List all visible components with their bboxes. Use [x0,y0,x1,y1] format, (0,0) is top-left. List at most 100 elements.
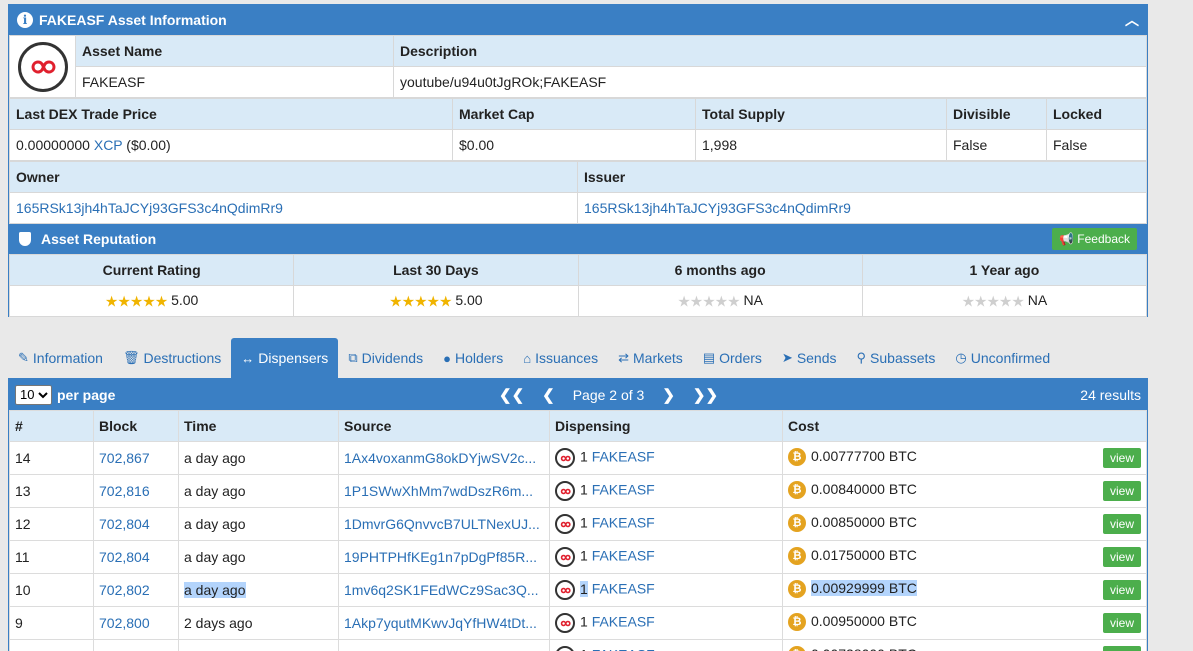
divisible-label: Divisible [946,98,1047,130]
tab-subassets[interactable]: ⚲ Subassets [847,338,946,378]
rep-30d-value: 5.00 [455,291,483,308]
view-button[interactable]: view [1102,646,1141,651]
rep-label-current: Current Rating [8,254,295,286]
block-link[interactable]: 702,816 [99,483,150,499]
cost-value: 0.00929999 BTC [811,580,917,596]
pager: ❮❮ ❮ Page 2 of 3 ❯ ❯❯ [499,386,718,404]
time-cell: 2 days ago [178,639,339,651]
source-link[interactable]: 1Ax4voxanmG8okDYjwSV2c... [344,450,536,466]
tab-label: Issuances [535,350,599,366]
tab-label: Holders [454,350,504,366]
view-button[interactable]: view [1102,448,1141,468]
table-row: 12 702,804 a day ago 1DmvrG6QnvvcB7ULTNexUJ… [9,507,1147,541]
block-link[interactable]: 702,804 [99,516,150,532]
block-link[interactable]: 702,800 [99,615,150,631]
locked-label: Locked [1046,98,1147,130]
column-header[interactable]: Block [93,410,179,442]
source-link[interactable]: 19PHTPHfKEg1n7pDgPf85R... [344,549,537,565]
tab-destructions[interactable]: 🗑 Destructions [113,338,231,378]
view-button[interactable]: view [1102,514,1141,534]
xcp-link[interactable]: XCP [94,137,123,153]
asset-link[interactable]: FAKEASF [592,647,655,651]
column-header[interactable]: Cost [782,410,1147,442]
column-header[interactable]: Source [338,410,550,442]
user-icon: ● [443,350,451,366]
block-link[interactable]: 702,867 [99,450,150,466]
asset-icon [555,646,575,651]
column-header[interactable]: Time [178,410,339,442]
dispense-qty: 1 [580,481,588,498]
block-cell: 702,800 [93,606,179,640]
first-page-icon[interactable]: ❮❮ [499,386,524,404]
tab-issuances[interactable]: ⌂ Issuances [513,338,608,378]
reputation-header: Asset Reputation 📢 Feedback [9,224,1147,254]
reputation-table: Current Rating Last 30 Days 6 months ago… [8,254,1148,317]
dispensing-cell: 1 FAKEASF [549,474,783,508]
source-link[interactable]: 1Akp7yqutMKwvJqYfHW4tDt... [344,615,537,631]
source-cell: 19PHTPHfKEg1n7pDgPf85R... [338,540,550,574]
cost-value: 0.00950000 BTC [811,613,917,629]
view-button[interactable]: view [1102,580,1141,600]
description-label: Description [393,35,1147,67]
dispensing-cell: 1 FAKEASF [549,606,783,640]
tab-holders[interactable]: ● Holders [433,338,513,378]
asset-link[interactable]: FAKEASF [592,614,655,630]
asset-icon [555,481,575,501]
tab-sends[interactable]: ➤ Sends [772,338,847,378]
tab-information[interactable]: ✎ Information [8,338,113,378]
dispensers-table: # Block Time Source Dispensing Cost 14 702,867 a… [9,410,1147,651]
cost-value: 0.00777700 BTC [811,448,917,464]
cost-cell: ₿ 0.00728000 BTC view [782,639,1147,651]
table-row: 13 702,816 a day ago 1P1SWwXhMm7wdDszR6m...… [9,474,1147,508]
asset-link[interactable]: FAKEASF [592,449,655,465]
dispensing-cell: 1 FAKEASF [549,507,783,541]
tab-unconfirmed[interactable]: ◷ Unconfirmed [945,338,1060,378]
block-link[interactable]: 702,804 [99,549,150,565]
tab-orders[interactable]: ▤ Orders [693,338,772,378]
source-cell: 1DmvrG6QnvvcB7ULTNexUJ... [338,507,550,541]
bitcoin-icon: ₿ [788,481,806,500]
rep-current-value: 5.00 [171,291,199,308]
issuer-link[interactable]: 165RSk13jh4hTaJCYj93GFS3c4nQdimRr9 [584,200,851,216]
row-number: 13 [9,474,94,508]
asset-link[interactable]: FAKEASF [592,482,655,498]
tab-label: Subassets [870,350,936,366]
tab-markets[interactable]: ⇄ Markets [608,338,693,378]
column-header[interactable]: Dispensing [549,410,783,442]
source-link[interactable]: 1P1SWwXhMm7wdDszR6m... [344,483,533,499]
tab-label: Unconfirmed [970,350,1051,366]
next-page-icon[interactable]: ❯ [662,386,675,404]
asset-link[interactable]: FAKEASF [592,515,655,531]
issuer-cell: 165RSk13jh4hTaJCYj93GFS3c4nQdimRr9 [577,192,1147,224]
view-button[interactable]: view [1102,613,1141,633]
issuer-label: Issuer [577,161,1147,193]
rep-6m-cell: ★★★★★ NA [577,285,863,317]
results-count: 24 results [1080,386,1141,403]
tab-dividends[interactable]: ⧉ Dividends [338,338,433,378]
last-dex-value-cell: 0.00000000 XCP ($0.00) [9,129,453,161]
child-icon: ⚲ [856,350,867,365]
feedback-button[interactable]: 📢 Feedback [1052,228,1137,250]
view-button[interactable]: view [1102,481,1141,501]
block-link[interactable]: 702,802 [99,582,150,598]
chevron-up-icon[interactable]: ︿ [1125,10,1139,30]
owner-link[interactable]: 165RSk13jh4hTaJCYj93GFS3c4nQdimRr9 [16,200,283,216]
prev-page-icon[interactable]: ❮ [542,386,555,404]
column-header[interactable]: # [9,410,94,442]
view-button[interactable]: view [1102,547,1141,567]
info-icon: i [17,12,33,28]
star-rating-icon: ★★★★★ [104,293,168,311]
last-page-icon[interactable]: ❯❯ [693,386,718,404]
time-cell: a day ago [178,540,339,574]
bitcoin-icon: ₿ [788,547,806,566]
star-rating-icon: ★★★★★ [677,293,740,311]
per-page-select[interactable]: 10 [15,384,52,405]
source-link[interactable]: 1mv6q2SK1FEdWCz9Sac3Q... [344,582,539,598]
asset-link[interactable]: FAKEASF [592,548,655,564]
source-link[interactable]: 1DmvrG6QnvvcB7ULTNexUJ... [344,516,540,532]
last-dex-value: 0.00000000 [16,137,90,153]
tab-dispensers[interactable]: ↔ Dispensers [231,338,339,378]
divisible-value: False [946,129,1047,161]
asset-icon [555,448,575,468]
asset-link[interactable]: FAKEASF [592,581,655,597]
